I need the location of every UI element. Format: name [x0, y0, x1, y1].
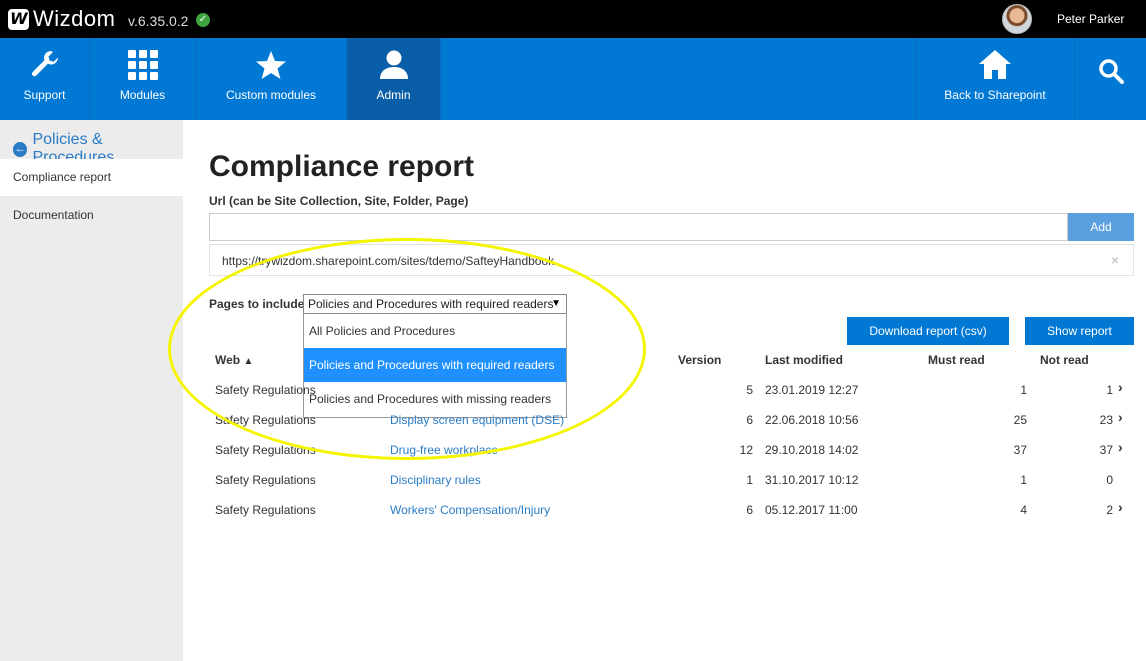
row-must-read: 1 [1020, 383, 1027, 397]
row-web: Safety Regulations [215, 383, 316, 397]
download-report-button[interactable]: Download report (csv) [847, 317, 1009, 345]
wizdom-logo[interactable]: W Wizdom [8, 6, 115, 32]
row-not-read: 1 [1106, 383, 1113, 397]
avatar[interactable] [1002, 4, 1032, 34]
nav-custom-modules-label: Custom modules [225, 88, 317, 102]
show-report-button[interactable]: Show report [1025, 317, 1134, 345]
star-icon [255, 38, 287, 84]
row-not-read: 37 [1099, 443, 1113, 457]
add-button[interactable]: Add [1068, 213, 1134, 241]
grid-icon [127, 38, 158, 84]
row-version: 1 [746, 473, 753, 487]
row-web: Safety Regulations [215, 503, 316, 517]
option-missing-readers[interactable]: Policies and Procedures with missing rea… [304, 382, 566, 416]
main-nav: Support Modules Custom modules Admin Bac… [0, 38, 1146, 120]
row-not-read: 0 [1106, 473, 1113, 487]
url-input[interactable] [209, 213, 1068, 241]
nav-admin[interactable]: Admin [347, 38, 441, 120]
row-must-read: 25 [1013, 413, 1027, 427]
app-version: v.6.35.0.2 [128, 13, 189, 29]
option-required-readers[interactable]: Policies and Procedures with required re… [304, 348, 566, 382]
wrench-icon [29, 38, 61, 84]
row-version: 6 [746, 413, 753, 427]
nav-support[interactable]: Support [0, 38, 90, 120]
col-version[interactable]: Version [678, 353, 721, 367]
row-must-read: 4 [1020, 503, 1027, 517]
nav-custom-modules[interactable]: Custom modules [196, 38, 347, 120]
row-last-modified: 29.10.2018 14:02 [765, 443, 859, 457]
row-web: Safety Regulations [215, 473, 316, 487]
select-value: Policies and Procedures with required re… [308, 297, 554, 311]
chevron-right-icon[interactable]: › [1118, 499, 1123, 515]
top-bar: W Wizdom v.6.35.0.2 ✓ Peter Parker [0, 0, 1146, 38]
chevron-right-icon[interactable]: › [1118, 379, 1123, 395]
home-icon [978, 38, 1012, 84]
pages-dropdown-list: All Policies and Procedures Policies and… [303, 314, 567, 418]
nav-modules-label: Modules [119, 88, 166, 102]
url-label: Url (can be Site Collection, Site, Folde… [209, 194, 469, 208]
row-web: Safety Regulations [215, 413, 316, 427]
col-last-modified[interactable]: Last modified [765, 353, 843, 367]
back-to-sharepoint[interactable]: Back to Sharepoint [915, 38, 1075, 120]
pages-to-include-label: Pages to include [209, 297, 305, 311]
status-check-icon: ✓ [196, 13, 210, 27]
col-not-read[interactable]: Not read [1040, 353, 1089, 367]
row-not-read: 2 [1106, 503, 1113, 517]
row-last-modified: 31.10.2017 10:12 [765, 473, 859, 487]
pages-to-include-select[interactable]: Policies and Procedures with required re… [303, 294, 567, 314]
row-page-link[interactable]: Workers' Compensation/Injury [390, 503, 550, 517]
row-last-modified: 22.06.2018 10:56 [765, 413, 859, 427]
row-must-read: 1 [1020, 473, 1027, 487]
user-icon [378, 38, 410, 84]
sidebar: ← Policies & Procedures Compliance repor… [0, 120, 183, 661]
row-version: 6 [746, 503, 753, 517]
row-page-link[interactable]: Drug-free workplace [390, 443, 498, 457]
sidebar-item-documentation[interactable]: Documentation [0, 197, 183, 234]
row-page-link[interactable]: Display screen equipment (DSE) [390, 413, 564, 427]
dropdown-arrow-icon: ▼ [551, 298, 561, 309]
app-name: Wizdom [33, 6, 116, 31]
row-last-modified: 05.12.2017 11:00 [765, 503, 858, 517]
wizdom-logo-icon: W [8, 8, 29, 30]
chevron-right-icon[interactable]: › [1118, 439, 1123, 455]
row-must-read: 37 [1013, 443, 1027, 457]
sidebar-item-compliance-report[interactable]: Compliance report [0, 159, 183, 196]
option-all[interactable]: All Policies and Procedures [304, 314, 566, 348]
nav-support-label: Support [23, 88, 66, 102]
row-page-link[interactable]: Disciplinary rules [390, 473, 481, 487]
col-web[interactable]: Web ▲ [215, 353, 253, 367]
url-entry-text: https://trywizdom.sharepoint.com/sites/t… [222, 254, 555, 268]
row-web: Safety Regulations [215, 443, 316, 457]
nav-modules[interactable]: Modules [90, 38, 196, 120]
page-title: Compliance report [209, 150, 475, 183]
row-last-modified: 23.01.2019 12:27 [765, 383, 859, 397]
url-entry: https://trywizdom.sharepoint.com/sites/t… [209, 244, 1134, 276]
user-name[interactable]: Peter Parker [1057, 12, 1124, 26]
row-version: 12 [739, 443, 753, 457]
row-version: 5 [746, 383, 753, 397]
col-web-label: Web [215, 353, 241, 367]
row-not-read: 23 [1099, 413, 1113, 427]
col-must-read[interactable]: Must read [928, 353, 985, 367]
sort-ascending-icon: ▲ [243, 356, 254, 367]
remove-url-icon[interactable]: × [1111, 252, 1119, 268]
back-to-sharepoint-label: Back to Sharepoint [944, 88, 1046, 102]
main-content: Compliance report Url (can be Site Colle… [183, 120, 1146, 661]
back-arrow-icon[interactable]: ← [13, 141, 28, 157]
chevron-right-icon[interactable]: › [1118, 409, 1123, 425]
search-icon [1098, 38, 1124, 96]
search-button[interactable] [1075, 38, 1146, 120]
nav-admin-label: Admin [376, 88, 411, 102]
